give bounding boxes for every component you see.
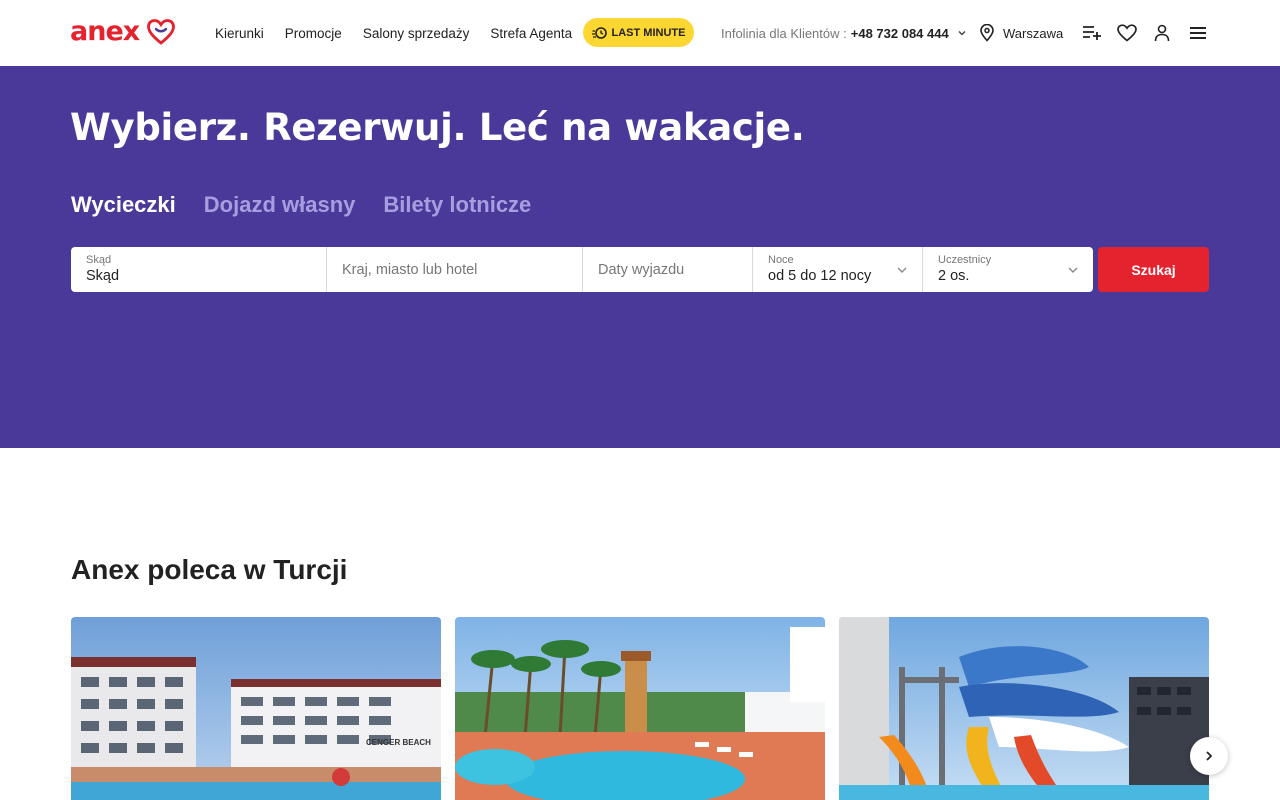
hotel-card-2[interactable] [455, 617, 825, 800]
main-nav: Kierunki Promocje Salony sprzedaży Stref… [215, 0, 593, 66]
hotel-photo-3 [839, 617, 1209, 800]
hotel-card-1[interactable]: CENGER BEACH [71, 617, 441, 800]
participants-select[interactable]: Uczestnicy 2 os. [923, 247, 1093, 292]
nights-label: Noce [768, 254, 794, 266]
hotel-photo-2 [455, 617, 825, 800]
participants-value: 2 os. [938, 268, 970, 284]
user-icon[interactable] [1150, 21, 1174, 45]
add-to-list-icon[interactable] [1080, 21, 1104, 45]
chevron-down-icon [1068, 267, 1078, 273]
nav-kierunki[interactable]: Kierunki [215, 26, 264, 41]
rocket-icon [591, 26, 607, 39]
hero-banner: Wybierz. Rezerwuj. Leć na wakacje. Wycie… [0, 66, 1280, 448]
hotel-sign-text: CENGER BEACH [366, 738, 431, 747]
nav-promocje[interactable]: Promocje [285, 26, 342, 41]
heart-icon[interactable] [1115, 21, 1139, 45]
hero-title: Wybierz. Rezerwuj. Leć na wakacje. [70, 106, 805, 149]
nights-value: od 5 do 12 nocy [768, 268, 872, 284]
tab-dojazd-wlasny[interactable]: Dojazd własny [204, 192, 356, 218]
search-form: Skąd Skąd Kraj, miasto lub hotel Daty wy… [71, 247, 1093, 292]
section-title: Anex poleca w Turcji [71, 554, 348, 585]
hotline-label: Infolinia dla Klientów : [721, 25, 847, 41]
last-minute-button[interactable]: LAST MINUTE [583, 18, 694, 47]
destination-field[interactable]: Kraj, miasto lub hotel [327, 247, 583, 292]
chevron-down-icon [958, 31, 966, 36]
location-pin-icon [980, 24, 994, 42]
nights-select[interactable]: Noce od 5 do 12 nocy [753, 247, 923, 292]
hotel-photo-1: CENGER BEACH [71, 617, 441, 800]
site-header: anex Kierunki Promocje Salony sprzedaży … [0, 0, 1280, 66]
search-button[interactable]: Szukaj [1098, 247, 1209, 292]
search-tabs: Wycieczki Dojazd własny Bilety lotnicze [71, 192, 559, 218]
nav-salony[interactable]: Salony sprzedaży [363, 26, 470, 41]
hotel-card-3[interactable] [839, 617, 1209, 800]
chevron-right-icon [1206, 751, 1213, 761]
tab-wycieczki[interactable]: Wycieczki [71, 192, 176, 218]
destination-placeholder: Kraj, miasto lub hotel [342, 261, 478, 278]
city-selector[interactable]: Warszawa [979, 0, 1063, 66]
heart-logo-icon [147, 19, 176, 45]
menu-icon[interactable] [1186, 21, 1210, 45]
from-field[interactable]: Skąd Skąd [71, 247, 327, 292]
hotline-dropdown[interactable]: Infolinia dla Klientów : +48 732 084 444 [721, 0, 967, 66]
participants-label: Uczestnicy [938, 254, 992, 266]
from-label: Skąd [86, 254, 112, 266]
chevron-down-icon [897, 267, 907, 273]
from-value: Skąd [86, 268, 120, 284]
nav-strefa-agenta[interactable]: Strefa Agenta [490, 26, 572, 41]
logo-wordmark: anex [70, 16, 140, 47]
city-label: Warszawa [1003, 25, 1064, 41]
tab-bilety-lotnicze[interactable]: Bilety lotnicze [383, 192, 531, 218]
hotline-phone: +48 732 084 444 [850, 25, 949, 41]
anex-logo[interactable]: anex [70, 16, 176, 47]
carousel-next-button[interactable] [1190, 737, 1228, 775]
dates-field[interactable]: Daty wyjazdu [583, 247, 753, 292]
last-minute-label: LAST MINUTE [611, 26, 686, 39]
dates-placeholder: Daty wyjazdu [598, 261, 685, 278]
